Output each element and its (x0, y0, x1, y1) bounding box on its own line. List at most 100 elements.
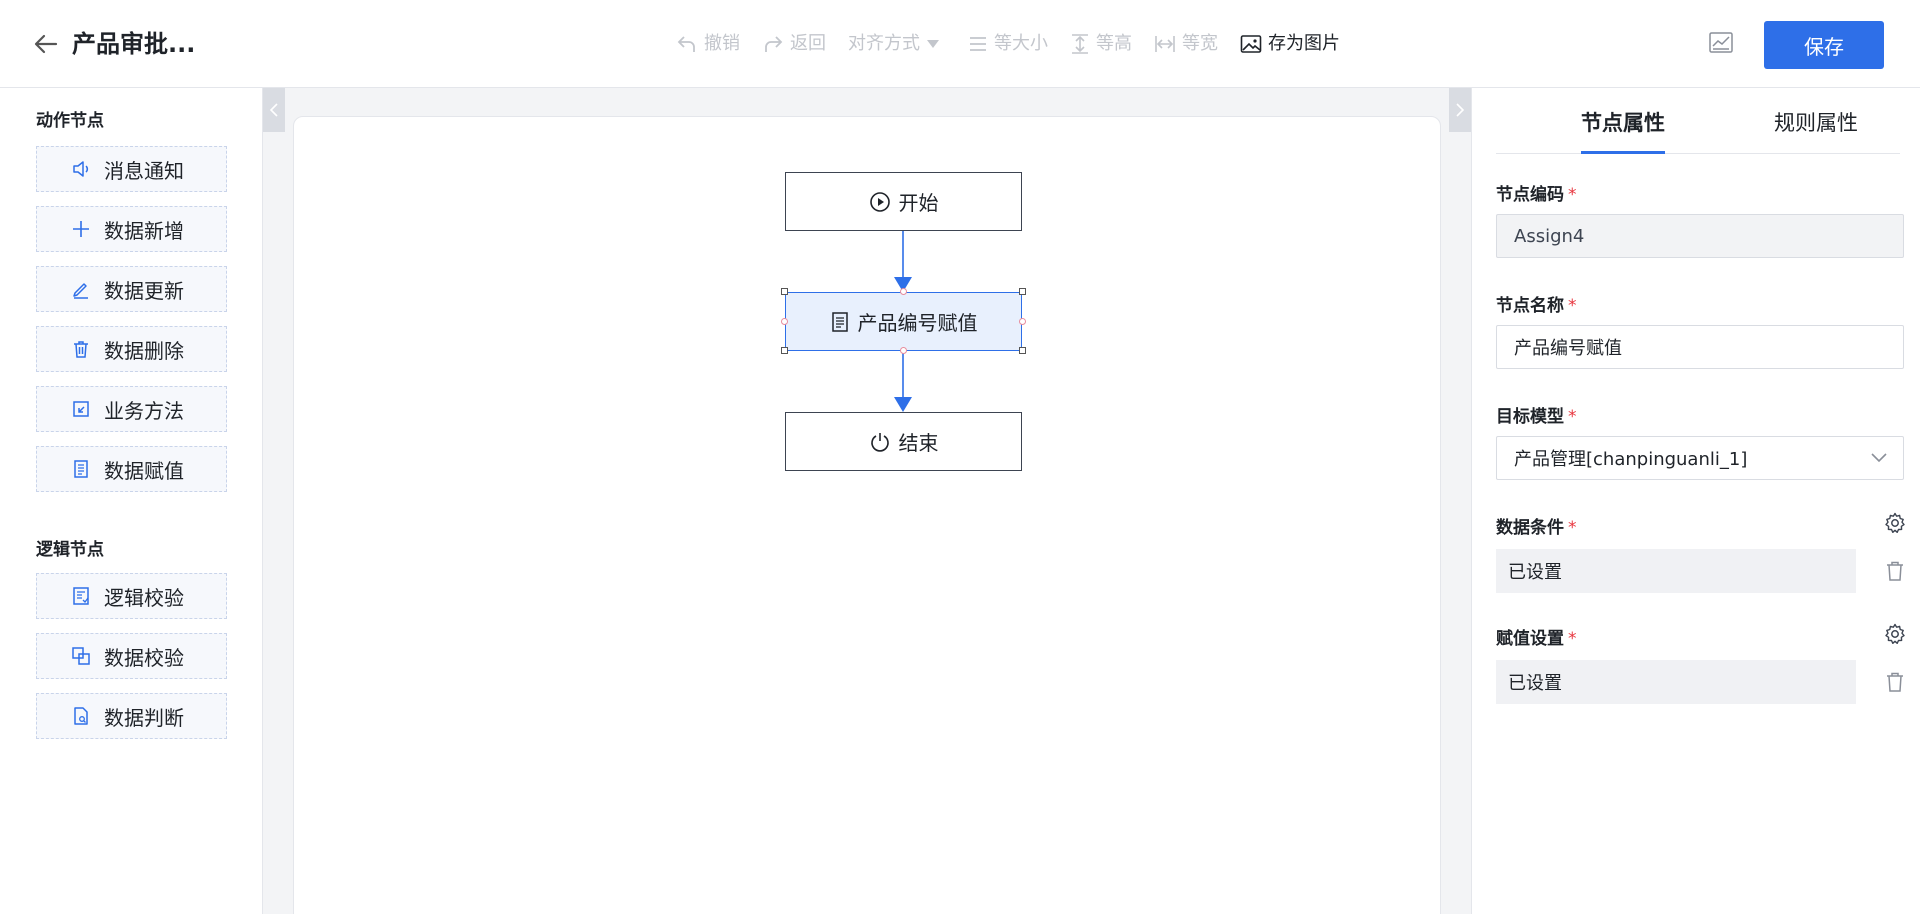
back-arrow-icon[interactable] (32, 30, 60, 58)
pencil-icon (73, 283, 88, 299)
top-header: 产品审批... 撤销 返回 对齐方式 等大小 等高 等宽 存为图片 保存 (0, 0, 1920, 88)
data-condition-value: 已设置 (1508, 562, 1562, 583)
required-mark: * (1568, 185, 1577, 205)
line-chart-icon[interactable] (1708, 30, 1734, 56)
save-image-label: 存为图片 (1268, 33, 1340, 54)
palette-item-label: 数据更新 (104, 278, 184, 303)
resize-handle-tr[interactable] (1019, 288, 1026, 295)
document-list-icon (74, 460, 88, 478)
target-model-value: 产品管理[chanpinguanli_1] (1514, 449, 1748, 470)
undo-icon (677, 36, 695, 52)
power-icon (870, 432, 889, 452)
image-icon (1240, 35, 1262, 53)
assign-setting-value-box[interactable]: 已设置 (1496, 660, 1856, 704)
align-dropdown[interactable]: 对齐方式 (848, 28, 946, 60)
node-label: 开始 (898, 191, 939, 215)
redo-icon (765, 36, 783, 52)
palette-item-label: 数据判断 (104, 705, 184, 730)
properties-panel: 节点属性 规则属性 节点编码 * Assign4 节点名称 * 产品编号赋值 目标模… (1471, 88, 1920, 914)
port-bottom[interactable] (900, 347, 907, 354)
port-left[interactable] (781, 318, 788, 325)
same-size-label: 等大小 (994, 33, 1048, 54)
same-height-icon (1072, 34, 1088, 54)
palette-item-label: 数据删除 (104, 338, 184, 363)
same-size-button[interactable]: 等大小 (968, 28, 1048, 60)
assign-setting-value: 已设置 (1508, 673, 1562, 694)
active-tab-indicator (1581, 151, 1665, 154)
chevron-left-icon (269, 103, 278, 117)
same-width-label: 等宽 (1182, 33, 1218, 54)
document-list-icon (831, 311, 848, 332)
palette-item-label: 业务方法 (104, 398, 184, 423)
palette-item-data-delete[interactable]: 数据删除 (36, 326, 227, 372)
trash-icon (74, 341, 88, 358)
target-model-label-text: 目标模型 (1496, 407, 1564, 427)
properties-tabs: 节点属性 规则属性 (1496, 88, 1900, 154)
palette-item-data-update[interactable]: 数据更新 (36, 266, 227, 312)
palette-item-label: 消息通知 (104, 158, 184, 183)
flow-node-assign-selected[interactable]: 产品编号赋值 (785, 292, 1022, 351)
data-condition-value-box[interactable]: 已设置 (1496, 549, 1856, 593)
flow-node-start[interactable]: 开始 (785, 172, 1022, 231)
page-title: 产品审批... (72, 30, 196, 58)
flow-node-end[interactable]: 结束 (785, 412, 1022, 471)
save-button[interactable]: 保存 (1764, 21, 1884, 69)
node-code-label: 节点编码 * (1496, 180, 1577, 205)
palette-item-message[interactable]: 消息通知 (36, 146, 227, 192)
palette-item-data-assign[interactable]: 数据赋值 (36, 446, 227, 492)
palette-item-data-validate[interactable]: 数据校验 (36, 633, 227, 679)
target-model-select[interactable]: 产品管理[chanpinguanli_1] (1496, 436, 1904, 480)
align-label: 对齐方式 (848, 33, 920, 54)
node-code-value: Assign4 (1514, 225, 1585, 247)
node-name-field[interactable]: 产品编号赋值 (1496, 325, 1904, 369)
action-nodes-title: 动作节点 (36, 111, 104, 131)
logic-nodes-title: 逻辑节点 (36, 540, 104, 560)
arrowhead-icon (894, 397, 912, 412)
collapse-left-handle[interactable] (263, 88, 285, 132)
palette-item-data-judge[interactable]: 数据判断 (36, 693, 227, 739)
same-height-button[interactable]: 等高 (1070, 28, 1132, 60)
undo-button[interactable]: 撤销 (676, 28, 740, 60)
required-mark: * (1568, 407, 1577, 427)
palette-item-data-add[interactable]: 数据新增 (36, 206, 227, 252)
checklist-icon (73, 587, 89, 605)
redo-button[interactable]: 返回 (762, 28, 826, 60)
trash-icon[interactable] (1883, 670, 1907, 694)
resize-handle-bl[interactable] (781, 347, 788, 354)
required-mark: * (1568, 296, 1577, 316)
palette-item-logic-check[interactable]: 逻辑校验 (36, 573, 227, 619)
copy-squares-icon (72, 647, 90, 665)
port-right[interactable] (1019, 318, 1026, 325)
gear-icon[interactable] (1883, 511, 1907, 535)
palette-item-label: 数据新增 (104, 218, 184, 243)
palette-item-label: 数据校验 (104, 645, 184, 670)
editor-toolbar: 撤销 返回 对齐方式 等大小 等高 等宽 存为图片 (676, 28, 1362, 60)
node-name-value: 产品编号赋值 (1514, 338, 1622, 359)
resize-handle-tl[interactable] (781, 288, 788, 295)
redo-label: 返回 (790, 33, 826, 54)
data-condition-label-text: 数据条件 (1496, 518, 1564, 538)
speaker-icon (73, 161, 89, 177)
tab-node-properties[interactable]: 节点属性 (1581, 107, 1665, 137)
save-image-button[interactable]: 存为图片 (1240, 28, 1340, 60)
target-model-label: 目标模型 * (1496, 402, 1577, 427)
node-label: 结束 (898, 431, 939, 455)
same-width-icon (1155, 36, 1175, 52)
port-top[interactable] (900, 288, 907, 295)
gear-icon[interactable] (1883, 622, 1907, 646)
resize-handle-br[interactable] (1019, 347, 1026, 354)
node-palette: 动作节点 消息通知 数据新增 数据更新 数据删除 业务方法 数据赋值 逻辑节点 … (0, 88, 263, 914)
flow-canvas[interactable]: 开始 产品编号赋值 结束 (293, 116, 1441, 914)
plus-icon (73, 221, 89, 237)
same-height-label: 等高 (1096, 33, 1132, 54)
required-mark: * (1568, 629, 1577, 649)
external-box-icon (73, 401, 89, 417)
flow-connectors (894, 231, 912, 412)
same-width-button[interactable]: 等宽 (1154, 28, 1218, 60)
undo-label: 撤销 (704, 33, 740, 54)
collapse-right-handle[interactable] (1449, 88, 1471, 132)
trash-icon[interactable] (1883, 559, 1907, 583)
chevron-right-icon (1456, 103, 1465, 117)
palette-item-business-method[interactable]: 业务方法 (36, 386, 227, 432)
tab-rule-properties[interactable]: 规则属性 (1774, 107, 1858, 137)
